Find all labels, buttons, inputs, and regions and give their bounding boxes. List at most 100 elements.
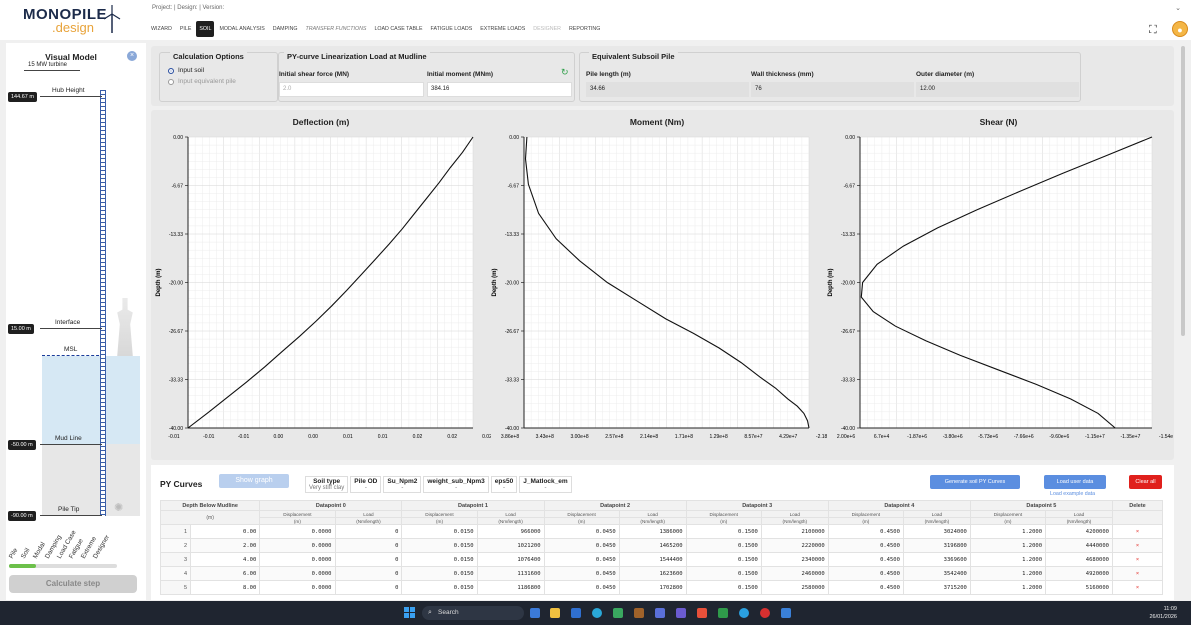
- value-cell[interactable]: 1544400: [618, 552, 687, 567]
- value-cell[interactable]: 0.0450: [543, 552, 620, 567]
- tab-reporting[interactable]: REPORTING: [566, 21, 603, 37]
- delete-row-icon[interactable]: ×: [1111, 552, 1164, 567]
- value-cell[interactable]: 1021200: [476, 538, 545, 553]
- app-icon[interactable]: [655, 608, 665, 618]
- value-cell[interactable]: 1.2000: [969, 524, 1047, 539]
- tab-damping[interactable]: DAMPING: [270, 21, 301, 37]
- value-cell[interactable]: 0.4500: [827, 538, 904, 553]
- value-cell[interactable]: 0.0150: [401, 538, 478, 553]
- value-cell[interactable]: 0.0000: [259, 524, 336, 539]
- value-cell[interactable]: 1076400: [476, 552, 545, 567]
- file-explorer-icon[interactable]: [550, 608, 560, 618]
- value-cell[interactable]: 0: [334, 580, 403, 595]
- edge-icon[interactable]: [592, 608, 602, 618]
- generate-py-curves-button[interactable]: Generate soil PY Curves: [930, 475, 1020, 489]
- scrollbar-thumb[interactable]: [1181, 46, 1185, 336]
- value-cell[interactable]: 0: [334, 538, 403, 553]
- value-cell[interactable]: 4680000: [1045, 552, 1113, 567]
- value-cell[interactable]: 1.2000: [969, 566, 1047, 581]
- value-cell[interactable]: 0.0000: [259, 566, 336, 581]
- app-icon[interactable]: [613, 608, 623, 618]
- delete-row-icon[interactable]: ×: [1111, 538, 1164, 553]
- value-cell[interactable]: 0: [334, 524, 403, 539]
- value-cell[interactable]: 0.0450: [543, 538, 620, 553]
- teams-icon[interactable]: [676, 608, 686, 618]
- step-label[interactable]: Soil: [20, 547, 31, 560]
- close-icon[interactable]: ×: [127, 51, 137, 61]
- value-cell[interactable]: 2340000: [760, 552, 829, 567]
- value-cell[interactable]: 0.1500: [685, 524, 762, 539]
- value-cell[interactable]: 2100000: [760, 524, 829, 539]
- tab-transfer-functions[interactable]: TRANSFER FUNCTIONS: [303, 21, 370, 37]
- value-cell[interactable]: 1.2000: [969, 538, 1047, 553]
- tab-wizard[interactable]: WIZARD: [148, 21, 175, 37]
- app-icon[interactable]: [634, 608, 644, 618]
- value-cell[interactable]: 966000: [476, 524, 545, 539]
- tab-soil[interactable]: SOIL: [196, 21, 215, 37]
- value-cell[interactable]: 0: [334, 552, 403, 567]
- app-icon[interactable]: [781, 608, 791, 618]
- value-cell[interactable]: 2220000: [760, 538, 829, 553]
- value-cell[interactable]: 0.0000: [259, 538, 336, 553]
- depth-cell[interactable]: 6.00: [189, 566, 261, 581]
- delete-row-icon[interactable]: ×: [1111, 566, 1164, 581]
- value-cell[interactable]: 0.0150: [401, 566, 478, 581]
- radio-input-equivalent-pile[interactable]: Input equivalent pile: [168, 78, 236, 85]
- value-cell[interactable]: 3196800: [902, 538, 971, 553]
- value-cell[interactable]: 0.1500: [685, 538, 762, 553]
- radio-input-soil[interactable]: Input soil: [168, 67, 204, 74]
- value-cell[interactable]: 0.1500: [685, 580, 762, 595]
- depth-cell[interactable]: 0.00: [189, 524, 261, 539]
- telegram-icon[interactable]: [739, 608, 749, 618]
- taskbar-search[interactable]: ⌕ Search: [422, 606, 524, 620]
- value-cell[interactable]: 0.0000: [259, 580, 336, 595]
- tab-fatigue-loads[interactable]: FATIGUE LOADS: [428, 21, 476, 37]
- value-cell[interactable]: 3024000: [902, 524, 971, 539]
- load-example-link[interactable]: Load example data: [1050, 491, 1095, 497]
- excel-icon[interactable]: [718, 608, 728, 618]
- value-cell[interactable]: 4200000: [1045, 524, 1113, 539]
- windows-start-icon[interactable]: [404, 607, 416, 619]
- value-cell[interactable]: 0.4500: [827, 524, 904, 539]
- tab-modal-analysis[interactable]: MODAL ANALYSIS: [216, 21, 267, 37]
- value-cell[interactable]: 1131600: [476, 566, 545, 581]
- value-cell[interactable]: 4920000: [1045, 566, 1113, 581]
- value-cell[interactable]: 0.1500: [685, 566, 762, 581]
- chevron-down-icon[interactable]: ⌄: [1175, 4, 1181, 12]
- value-cell[interactable]: 3542400: [902, 566, 971, 581]
- app-icon[interactable]: [760, 608, 770, 618]
- shear-input[interactable]: 2.0: [279, 82, 424, 97]
- tab-load-case-table[interactable]: LOAD CASE TABLE: [371, 21, 425, 37]
- brave-icon[interactable]: [697, 608, 707, 618]
- logo[interactable]: MONOPILE .design: [0, 0, 146, 40]
- value-cell[interactable]: 0.0150: [401, 580, 478, 595]
- value-cell[interactable]: 0.0150: [401, 552, 478, 567]
- value-cell[interactable]: 1702800: [618, 580, 687, 595]
- load-user-data-button[interactable]: Load user data: [1044, 475, 1106, 489]
- value-cell[interactable]: 0.4500: [827, 580, 904, 595]
- step-label[interactable]: Pile: [8, 547, 19, 560]
- user-avatar-icon[interactable]: ●: [1172, 21, 1188, 37]
- value-cell[interactable]: 0.0450: [543, 524, 620, 539]
- scrollbar[interactable]: [1180, 44, 1186, 600]
- tab-designer[interactable]: DESIGNER: [530, 21, 564, 37]
- tab-pile[interactable]: PILE: [177, 21, 194, 37]
- delete-row-icon[interactable]: ×: [1111, 580, 1164, 595]
- value-cell[interactable]: 1186800: [476, 580, 545, 595]
- value-cell[interactable]: 5160000: [1045, 580, 1113, 595]
- clear-all-button[interactable]: Clear all: [1129, 475, 1162, 489]
- value-cell[interactable]: 0.0450: [543, 566, 620, 581]
- value-cell[interactable]: 0.4500: [827, 552, 904, 567]
- fullscreen-icon[interactable]: ⛶: [1149, 24, 1157, 37]
- tab-extreme-loads[interactable]: EXTREME LOADS: [477, 21, 528, 37]
- refresh-icon[interactable]: ↻: [561, 67, 569, 78]
- value-cell[interactable]: 4440000: [1045, 538, 1113, 553]
- taskbar-clock[interactable]: 11:09 26/01/2026: [1149, 605, 1177, 621]
- value-cell[interactable]: 0.4500: [827, 566, 904, 581]
- show-graph-button[interactable]: Show graph: [219, 474, 289, 488]
- value-cell[interactable]: 0.0150: [401, 524, 478, 539]
- depth-cell[interactable]: 4.00: [189, 552, 261, 567]
- value-cell[interactable]: 2580000: [760, 580, 829, 595]
- task-view-icon[interactable]: [530, 608, 540, 618]
- value-cell[interactable]: 3715200: [902, 580, 971, 595]
